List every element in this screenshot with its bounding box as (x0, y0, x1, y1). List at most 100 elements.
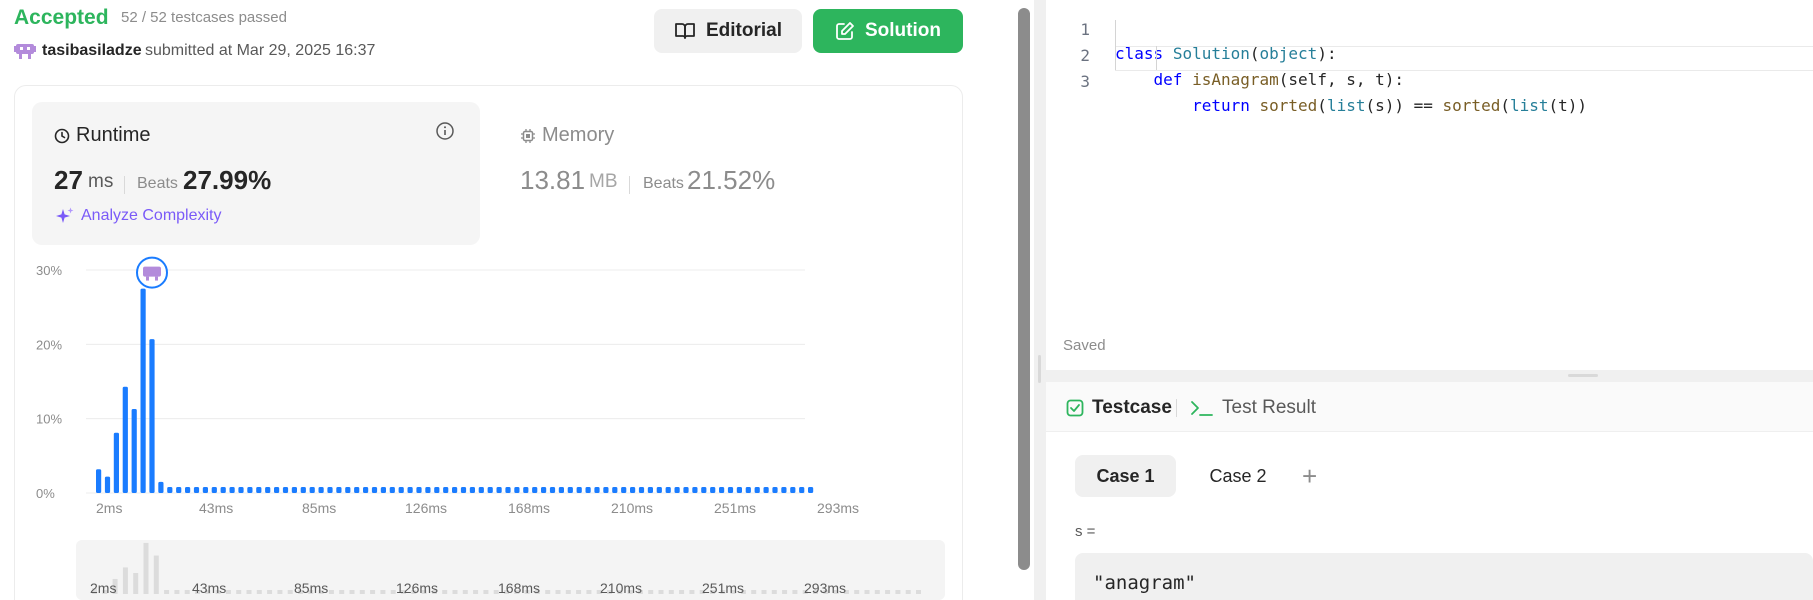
memory-label[interactable]: Memory (520, 124, 614, 147)
chart-minimap[interactable]: 2ms 43ms 85ms 126ms 168ms 210ms 251ms 293ms (76, 540, 945, 600)
chart-bar (434, 487, 440, 493)
chart-bar (122, 386, 128, 493)
chart-bar (291, 487, 297, 493)
avatar[interactable] (14, 41, 36, 61)
chart-bar (416, 487, 422, 493)
horizontal-splitter[interactable] (1046, 370, 1813, 382)
chart-bar (265, 487, 271, 493)
chart-bar (754, 487, 760, 493)
user-marker-avatar-leg (146, 276, 149, 281)
x-tick-label: 251ms (714, 500, 756, 516)
minimap-tick-label: 2ms (90, 580, 116, 596)
vertical-splitter-handle[interactable] (1038, 355, 1041, 383)
minimap-bar (225, 590, 231, 594)
minimap-bar (442, 590, 448, 594)
chart-bar (389, 487, 395, 493)
chart-bar (247, 487, 253, 493)
left-scrollbar-thumb[interactable] (1018, 8, 1030, 570)
analyze-complexity-link[interactable]: Analyze Complexity (55, 206, 222, 226)
minimap-bar (349, 590, 355, 594)
minimap-bar (916, 590, 921, 594)
chart-bar (327, 487, 333, 493)
book-icon (675, 23, 695, 39)
solution-button[interactable]: Solution (813, 9, 963, 53)
chart-bar (549, 487, 556, 493)
minimap-bar (122, 567, 128, 594)
chart-bar (692, 487, 698, 493)
chart-bar (185, 487, 191, 493)
chart-bar (443, 487, 449, 493)
minimap-bar (256, 590, 262, 594)
username-link[interactable]: tasibasiladze (42, 42, 142, 60)
memory-value: 13.81 (520, 165, 586, 195)
case-1-button[interactable]: Case 1 (1075, 455, 1176, 497)
chart-bar (487, 487, 493, 493)
chart-bar (469, 487, 475, 493)
submission-panel: Accepted 52 / 52 testcases passed tasiba… (0, 0, 1000, 600)
sparkle-icon (56, 207, 74, 223)
minimap-bar (133, 573, 139, 594)
param-value[interactable]: "anagram" (1093, 572, 1196, 594)
add-case-icon[interactable]: + (1302, 461, 1317, 492)
runtime-label-text: Runtime (76, 124, 151, 146)
chart-bar (496, 487, 502, 493)
chart-bar (380, 487, 386, 493)
chart-bar (238, 487, 244, 493)
chart-bar (505, 487, 511, 493)
chart-bar (541, 487, 547, 493)
indent-guide (1156, 46, 1157, 70)
minimap-bar (864, 590, 870, 594)
minimap-bar (668, 590, 674, 594)
chart-bar (656, 487, 662, 493)
chart-bar (674, 487, 680, 493)
chart-bar (710, 487, 716, 493)
chart-bar (647, 487, 653, 493)
editorial-label: Editorial (705, 20, 782, 41)
terminal-icon (1191, 401, 1213, 416)
chart-bar (113, 432, 119, 493)
x-tick-label: 85ms (302, 500, 336, 516)
x-tick-label: 43ms (199, 500, 233, 516)
chart-bar (790, 487, 796, 493)
saved-status: Saved (1063, 337, 1106, 354)
code-line[interactable]: 2 def isAnagram(self, s, t): (1046, 20, 1813, 89)
editorial-button[interactable]: Editorial (654, 9, 802, 53)
runtime-distribution-chart[interactable]: 0% 10% 20% 30% 2ms 43ms 85ms 126ms 168ms 210ms 251… (30, 255, 940, 525)
tab-test-result[interactable]: Test Result (1190, 397, 1316, 419)
minimap-bar (854, 590, 860, 594)
info-icon[interactable] (435, 121, 455, 141)
solution-label: Solution (865, 20, 941, 41)
minimap-tick-label: 251ms (702, 580, 744, 596)
vertical-splitter[interactable] (1034, 0, 1046, 600)
minimap-bar (184, 590, 190, 594)
y-tick-label: 0% (36, 486, 55, 501)
chart-bar (736, 487, 742, 493)
runtime-unit: ms (88, 171, 114, 192)
memory-label-text: Memory (542, 124, 615, 146)
minimap-bar (380, 590, 386, 594)
tab-testcase[interactable]: Testcase (1066, 397, 1172, 419)
horizontal-splitter-handle[interactable] (1568, 374, 1598, 377)
chart-bar (300, 487, 306, 493)
minimap-bar (143, 542, 149, 594)
minimap-bar (555, 590, 561, 594)
chart-bar (523, 487, 529, 493)
tab-divider (1176, 399, 1177, 417)
x-tick-label: 126ms (405, 500, 447, 516)
minimap-bar (359, 590, 365, 594)
code-line[interactable]: 1 class Solution(object): (1046, 0, 1813, 63)
user-marker-avatar (143, 266, 161, 277)
minimap-bar (267, 590, 273, 594)
chart-bar (229, 487, 235, 493)
minimap-bar (452, 590, 458, 594)
chart-bar (478, 487, 484, 493)
chart-bar (176, 487, 182, 493)
chart-bar (781, 487, 787, 493)
x-tick-label: 2ms (96, 500, 122, 516)
minimap-tick-label: 210ms (600, 580, 642, 596)
minimap-bar (483, 590, 489, 594)
case-2-button[interactable]: Case 2 (1190, 455, 1286, 497)
chart-bar (131, 409, 137, 493)
submitted-time: submitted at Mar 29, 2025 16:37 (145, 42, 376, 59)
chart-bar (532, 487, 538, 493)
